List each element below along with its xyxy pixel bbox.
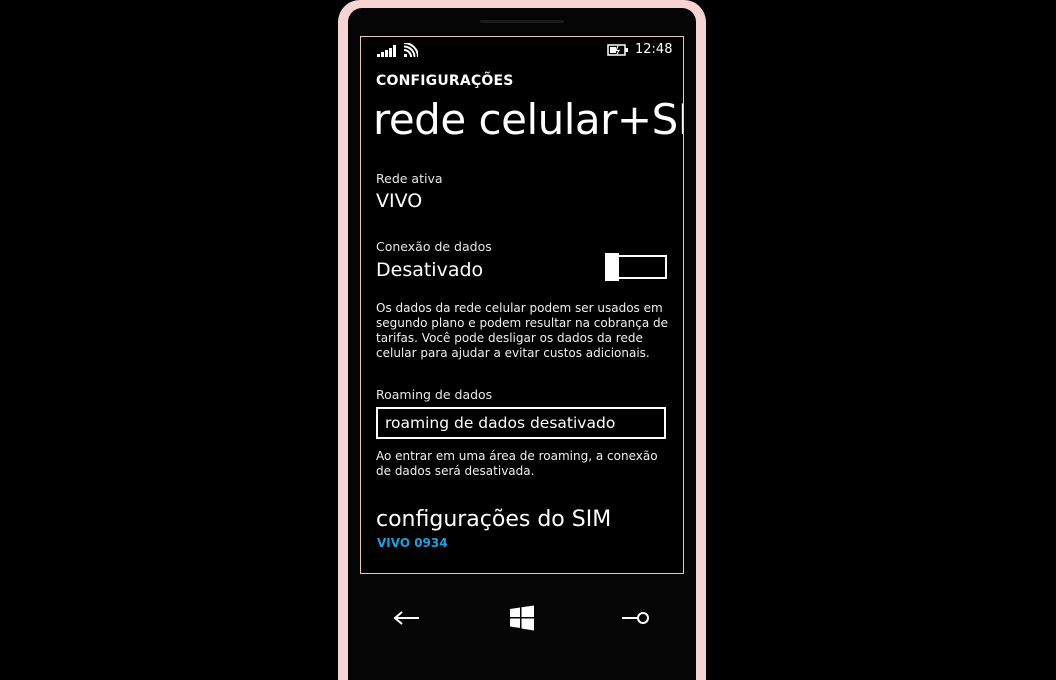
wifi-icon <box>404 43 418 57</box>
page-title: rede celular+SIM <box>373 95 683 144</box>
stage: 12:48 CONFIGURAÇÕES rede celular+SIM Red… <box>0 0 1056 680</box>
data-roaming-picker[interactable]: roaming de dados desativado <box>376 407 666 439</box>
phone-screen: 12:48 CONFIGURAÇÕES rede celular+SIM Red… <box>360 36 684 574</box>
battery-charging-icon <box>607 44 628 56</box>
data-roaming-label: Roaming de dados <box>376 387 493 402</box>
signal-bars-icon <box>377 45 396 57</box>
earpiece-speaker <box>480 20 564 23</box>
data-connection-description: Os dados da rede celular podem ser usado… <box>376 301 669 360</box>
active-network-label: Rede ativa <box>376 171 443 186</box>
status-bar: 12:48 <box>361 37 683 63</box>
app-title: CONFIGURAÇÕES <box>376 73 514 89</box>
data-roaming-description: Ao entrar em uma área de roaming, a cone… <box>376 449 658 478</box>
sim-settings-subtitle: VIVO 0934 <box>377 536 448 550</box>
data-connection-toggle[interactable] <box>605 253 667 281</box>
search-icon[interactable] <box>620 604 650 632</box>
toggle-knob[interactable] <box>605 253 619 281</box>
back-arrow-icon[interactable] <box>392 604 422 632</box>
windows-start-icon[interactable] <box>508 604 536 632</box>
data-connection-label: Conexão de dados <box>376 239 492 254</box>
sim-settings-link[interactable]: configurações do SIM <box>376 507 611 532</box>
data-connection-value: Desativado <box>376 259 484 281</box>
active-network-value[interactable]: VIVO <box>376 190 422 212</box>
status-clock: 12:48 <box>635 42 673 57</box>
